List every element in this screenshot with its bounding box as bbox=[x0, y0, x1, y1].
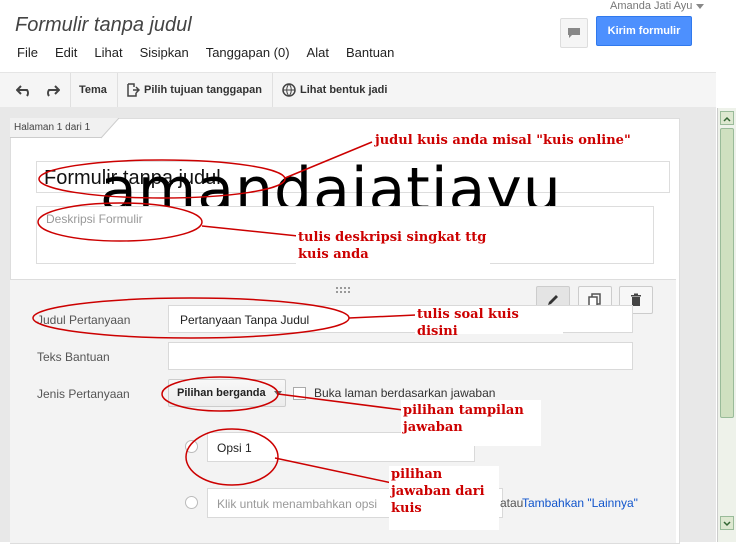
description-annotation: tulis deskripsi singkat ttg kuis anda bbox=[296, 229, 490, 265]
title-highlight-ellipse bbox=[38, 159, 286, 199]
chevron-up-icon bbox=[723, 116, 731, 122]
description-arrow bbox=[201, 225, 299, 237]
question-annotation: tulis soal kuis disini bbox=[415, 306, 563, 339]
question-type-annotation-line-2: jawaban bbox=[403, 420, 463, 435]
description-annotation-line-2: kuis anda bbox=[298, 247, 369, 262]
question-type-annotation: pilihan tampilan jawaban bbox=[401, 400, 541, 446]
question-type-highlight-ellipse bbox=[161, 376, 279, 412]
option-annotation-line-2: jawaban dari bbox=[391, 484, 485, 499]
title-arrow bbox=[284, 141, 373, 179]
option-highlight-ellipse bbox=[185, 428, 279, 486]
scroll-up-button[interactable] bbox=[720, 111, 734, 125]
option-arrow bbox=[274, 457, 393, 484]
question-type-annotation-line-1: pilihan tampilan bbox=[403, 403, 524, 418]
scroll-thumb[interactable] bbox=[720, 128, 734, 418]
description-annotation-line-1: tulis deskripsi singkat ttg bbox=[298, 230, 487, 245]
vertical-scrollbar[interactable] bbox=[717, 108, 736, 542]
chevron-down-icon bbox=[723, 521, 731, 527]
annotation-overlay bbox=[32, 141, 417, 486]
option-annotation-line-1: pilihan bbox=[391, 467, 443, 482]
title-annotation: judul kuis anda misal "kuis online" bbox=[373, 132, 633, 149]
description-highlight-ellipse bbox=[37, 202, 203, 242]
question-type-arrow bbox=[277, 393, 404, 411]
option-annotation-line-3: kuis bbox=[391, 501, 422, 516]
question-title-arrow bbox=[348, 314, 417, 319]
question-title-highlight-ellipse bbox=[32, 297, 350, 339]
option-annotation: pilihan jawaban dari kuis bbox=[389, 466, 499, 530]
scroll-down-button[interactable] bbox=[720, 516, 734, 530]
